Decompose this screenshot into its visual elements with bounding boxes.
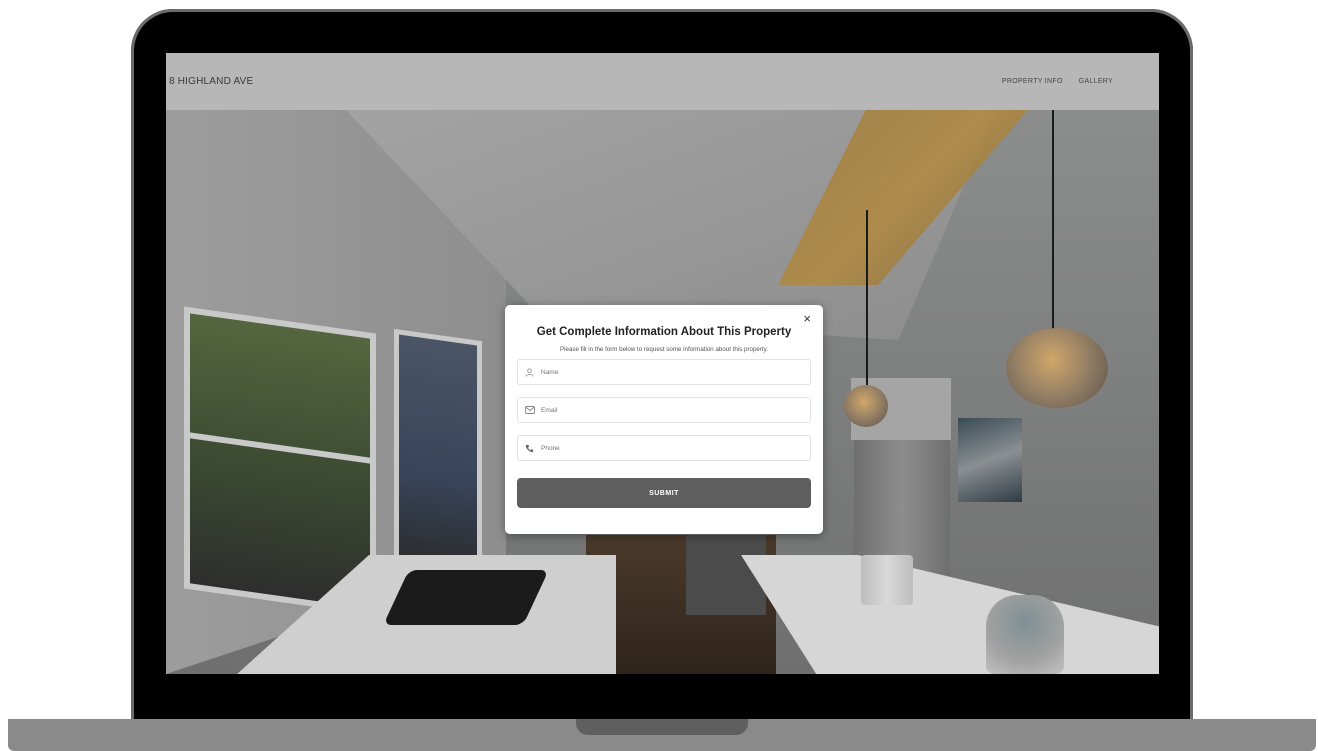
scene-painting bbox=[958, 418, 1022, 502]
close-icon[interactable]: × bbox=[803, 312, 811, 325]
laptop-notch bbox=[576, 719, 748, 735]
scene-sink bbox=[383, 570, 549, 625]
site-header: 8 HIGHLAND AVE PROPERTY INFO GALLERY bbox=[166, 53, 1159, 110]
phone-field[interactable] bbox=[517, 435, 811, 461]
submit-button[interactable]: SUBMIT bbox=[517, 478, 811, 508]
scene-vase bbox=[986, 595, 1064, 674]
name-input[interactable] bbox=[539, 367, 803, 377]
scene-island bbox=[741, 555, 1159, 674]
scene-glasses bbox=[861, 555, 913, 605]
email-field[interactable] bbox=[517, 397, 811, 423]
info-request-modal: × Get Complete Information About This Pr… bbox=[505, 305, 823, 534]
scene-pendant-light bbox=[844, 385, 888, 427]
phone-input[interactable] bbox=[539, 443, 803, 453]
scene-pendant-light bbox=[1006, 328, 1108, 408]
scene-pendant-cord bbox=[866, 210, 868, 385]
nav-gallery[interactable]: GALLERY bbox=[1079, 78, 1113, 85]
scene-window bbox=[184, 306, 376, 616]
user-icon bbox=[524, 367, 535, 378]
envelope-icon bbox=[524, 405, 535, 416]
name-field[interactable] bbox=[517, 359, 811, 385]
phone-icon bbox=[524, 443, 535, 454]
modal-title: Get Complete Information About This Prop… bbox=[536, 326, 792, 338]
email-input[interactable] bbox=[539, 405, 803, 415]
main-nav: PROPERTY INFO GALLERY bbox=[1002, 78, 1113, 85]
scene-pendant-cord bbox=[1052, 110, 1054, 330]
scene-window-small bbox=[394, 328, 482, 582]
nav-property-info[interactable]: PROPERTY INFO bbox=[1002, 78, 1063, 85]
laptop-screen: 8 HIGHLAND AVE PROPERTY INFO GALLERY × G… bbox=[166, 53, 1159, 674]
modal-description: Please fill in the form below to request… bbox=[560, 346, 768, 353]
site-title[interactable]: 8 HIGHLAND AVE bbox=[169, 76, 253, 87]
